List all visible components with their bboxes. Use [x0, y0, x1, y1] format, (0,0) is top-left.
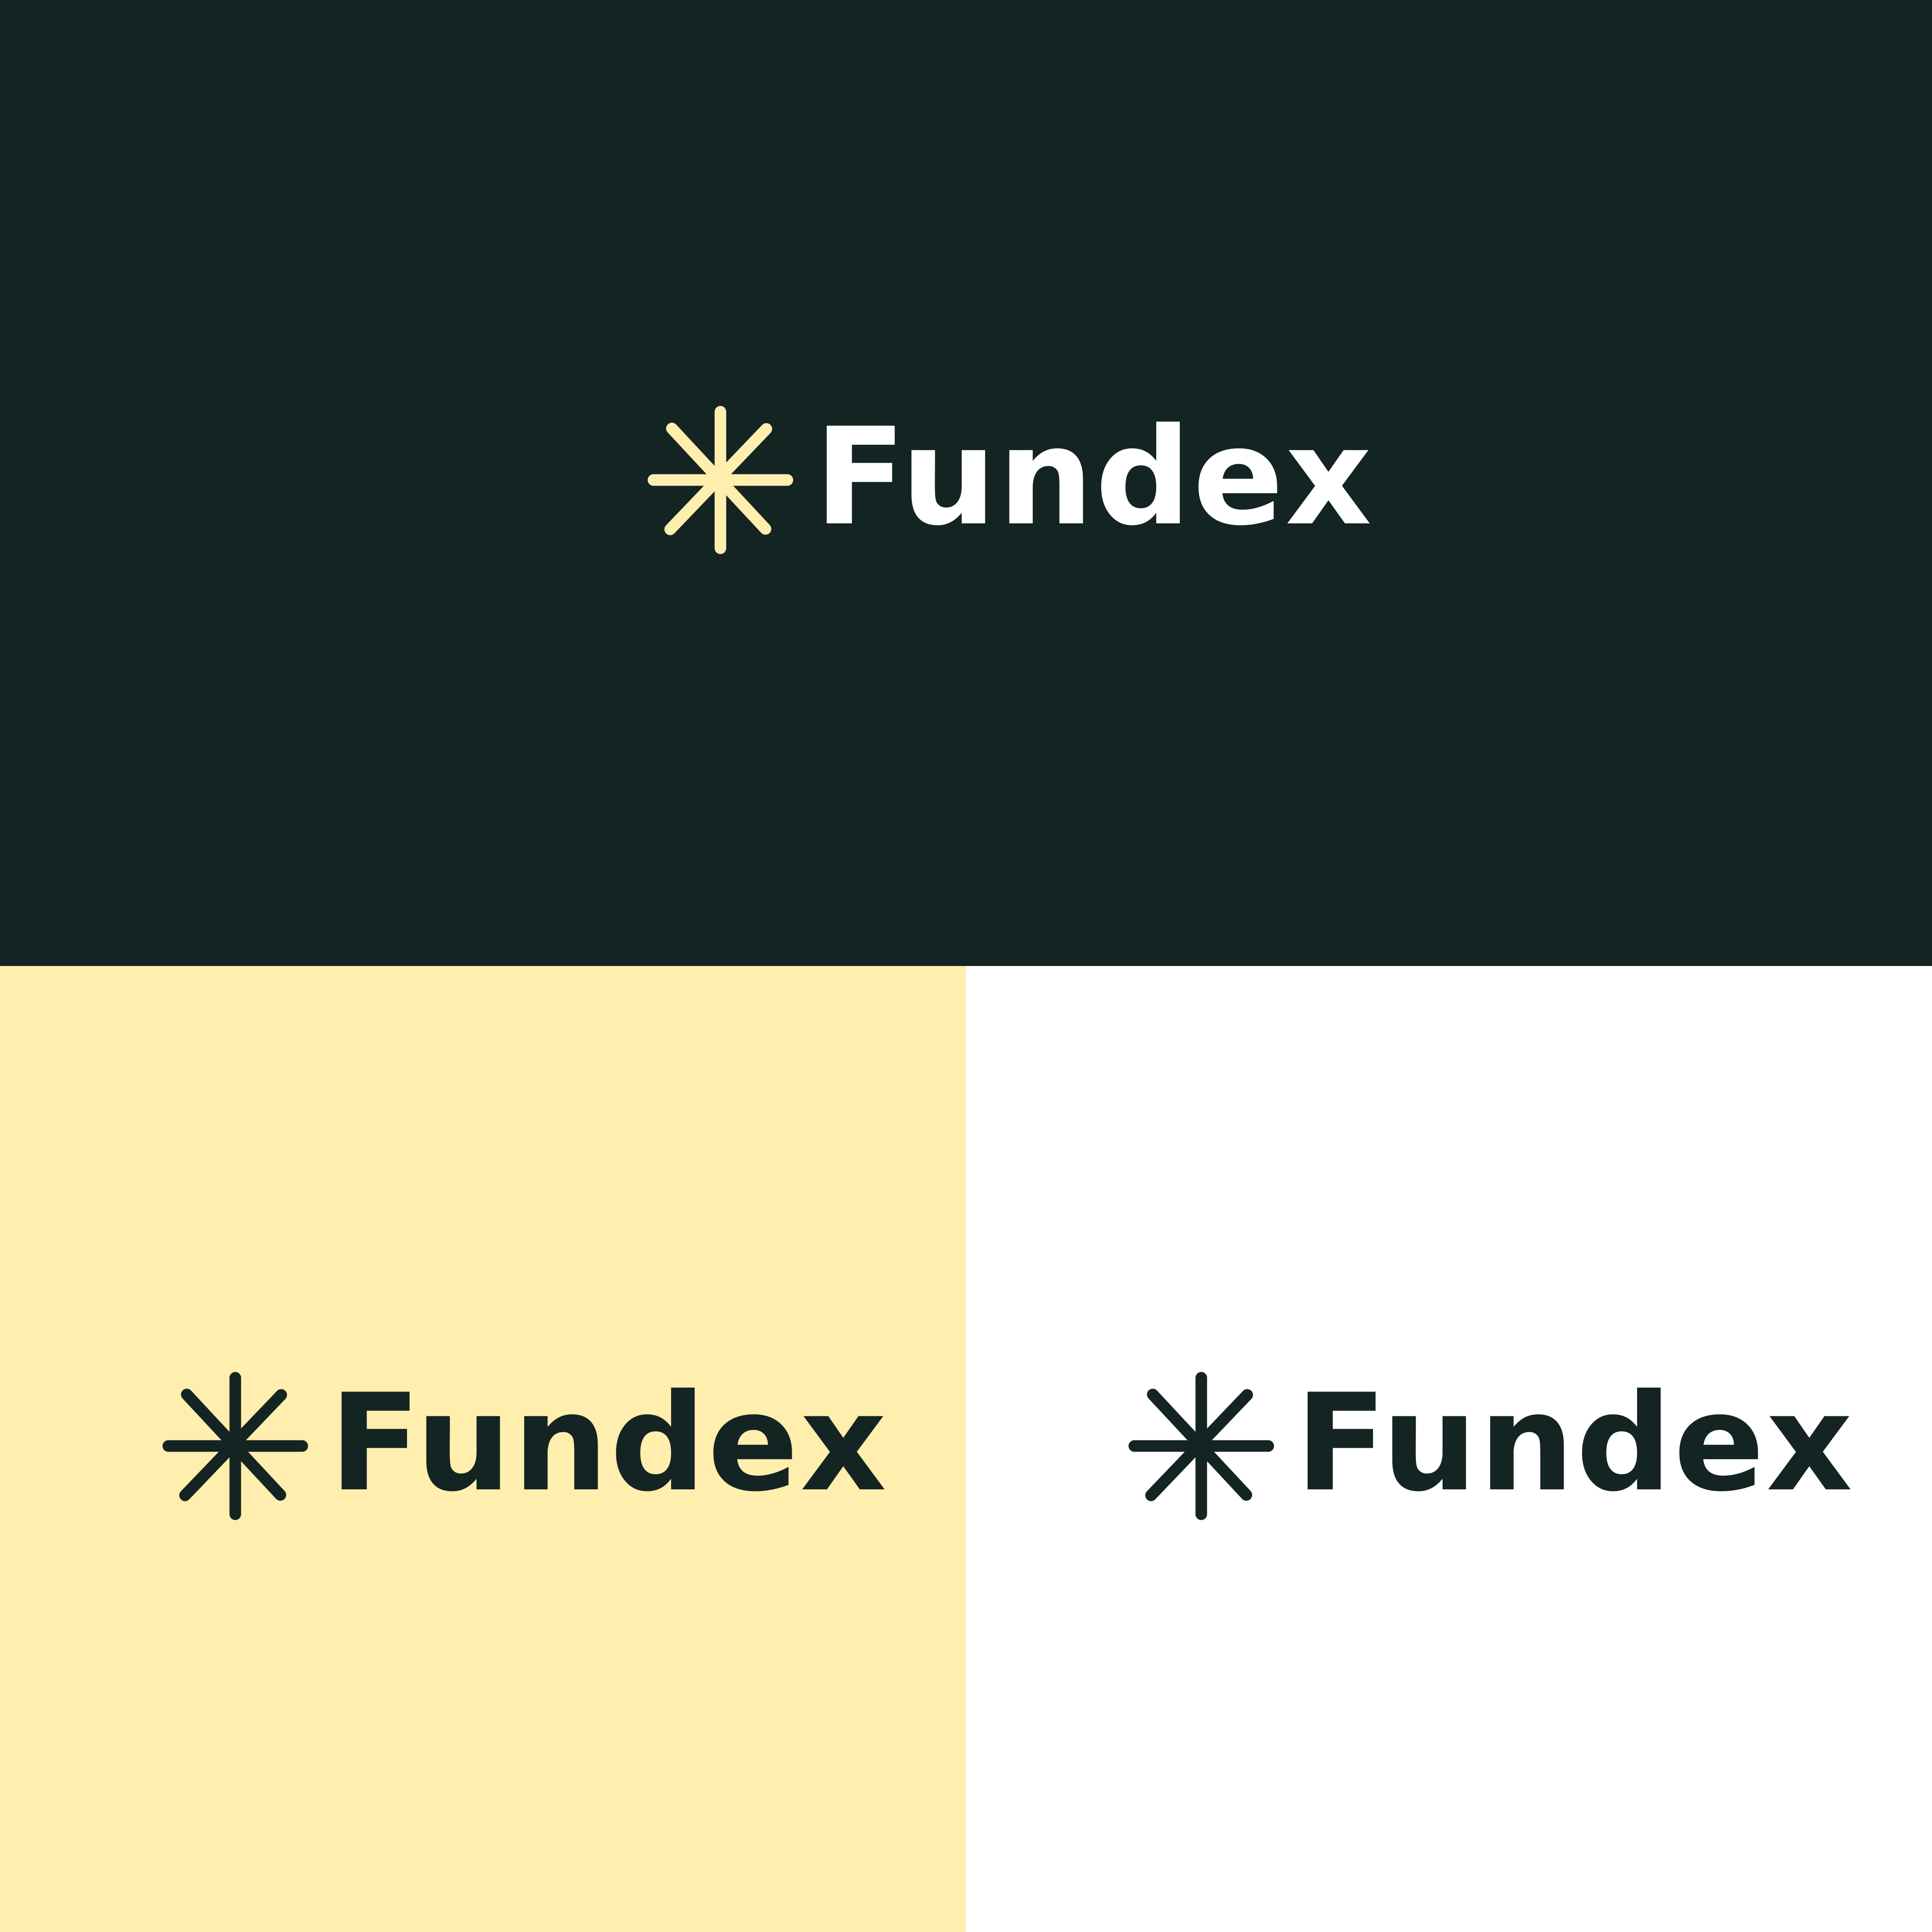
- cream-panel: Fundex: [0, 966, 966, 1932]
- asterisk-sparkle-icon: [162, 1372, 308, 1520]
- logo-lockup: Fundex: [1127, 1369, 1854, 1523]
- asterisk-sparkle-icon: [647, 406, 793, 554]
- logo-lockup: Fundex: [646, 403, 1373, 557]
- dark-panel: Fundex: [0, 0, 1932, 966]
- logo-lockup: Fundex: [161, 1369, 888, 1523]
- brand-wordmark: Fundex: [1295, 1365, 1855, 1521]
- white-panel: Fundex: [966, 966, 1932, 1932]
- asterisk-sparkle-icon: [1128, 1372, 1274, 1520]
- brand-wordmark: Fundex: [329, 1365, 889, 1521]
- logo-presentation-board: Fundex Fundex Fundex: [0, 0, 1932, 1932]
- brand-wordmark: Fundex: [814, 399, 1374, 555]
